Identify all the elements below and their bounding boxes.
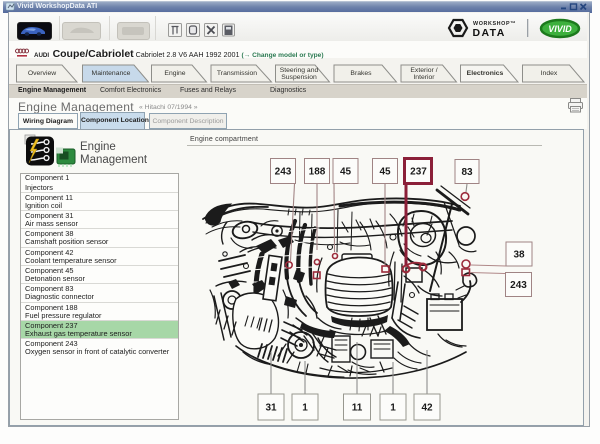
svg-text:45: 45 [379, 167, 391, 178]
svg-text:45: 45 [340, 167, 352, 178]
svg-text:42: 42 [421, 403, 433, 414]
svg-text:243: 243 [510, 280, 527, 291]
svg-text:DATA: DATA [473, 27, 506, 39]
svg-text:237: 237 [410, 167, 427, 178]
svg-text:243: 243 [275, 167, 292, 178]
svg-text:Overview: Overview [28, 70, 56, 77]
svg-text:Maintenance: Maintenance [92, 70, 131, 77]
svg-text:188: 188 [309, 167, 326, 178]
svg-text:Index: Index [541, 70, 558, 77]
svg-text:1: 1 [302, 403, 308, 414]
svg-text:VIVID: VIVID [548, 24, 572, 34]
svg-text:38: 38 [513, 250, 525, 261]
svg-text:Transmission: Transmission [217, 70, 257, 77]
svg-text:Exterior /: Exterior / [410, 67, 437, 74]
svg-text:Brakes: Brakes [350, 70, 372, 77]
svg-text:Suspension: Suspension [281, 74, 317, 81]
svg-text:1: 1 [390, 403, 396, 414]
svg-text:Electronics: Electronics [467, 70, 504, 77]
svg-text:Interior: Interior [413, 74, 435, 81]
svg-text:Engine: Engine [164, 70, 185, 77]
svg-text:31: 31 [265, 403, 277, 414]
svg-text:83: 83 [461, 167, 473, 178]
svg-text:Steering and: Steering and [280, 67, 319, 74]
svg-text:11: 11 [352, 403, 363, 414]
